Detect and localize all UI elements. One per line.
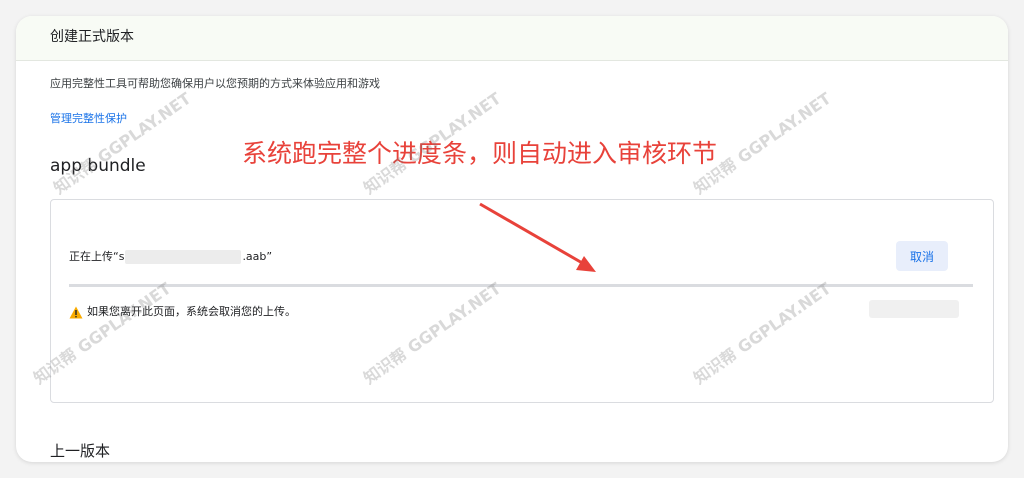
upload-prefix: 正在上传“s	[69, 250, 125, 263]
blurred-info	[869, 300, 959, 318]
manage-integrity-link[interactable]: 管理完整性保护	[50, 110, 127, 126]
page-title: 创建正式版本	[50, 29, 134, 45]
upload-progress-bar	[69, 284, 973, 287]
header-band: 创建正式版本	[16, 16, 1008, 61]
annotation-text: 系统跑完整个进度条，则自动进入审核环节	[242, 139, 718, 168]
bundle-section-title: app bundle	[50, 156, 146, 176]
warning-text: 如果您离开此页面，系统会取消您的上传。	[87, 305, 296, 318]
upload-status: 正在上传“s .aab”	[69, 248, 272, 264]
annotation-arrow-icon	[479, 202, 596, 272]
cancel-button[interactable]: 取消	[896, 241, 948, 271]
blurred-filename	[125, 250, 242, 264]
integrity-description: 应用完整性工具可帮助您确保用户以您预期的方式来体验应用和游戏	[50, 77, 380, 90]
warning-triangle-icon	[69, 306, 83, 318]
upload-suffix: .aab”	[242, 250, 273, 263]
leave-page-warning: 如果您离开此页面，系统会取消您的上传。	[69, 303, 296, 319]
previous-release-title: 上一版本	[50, 442, 111, 460]
